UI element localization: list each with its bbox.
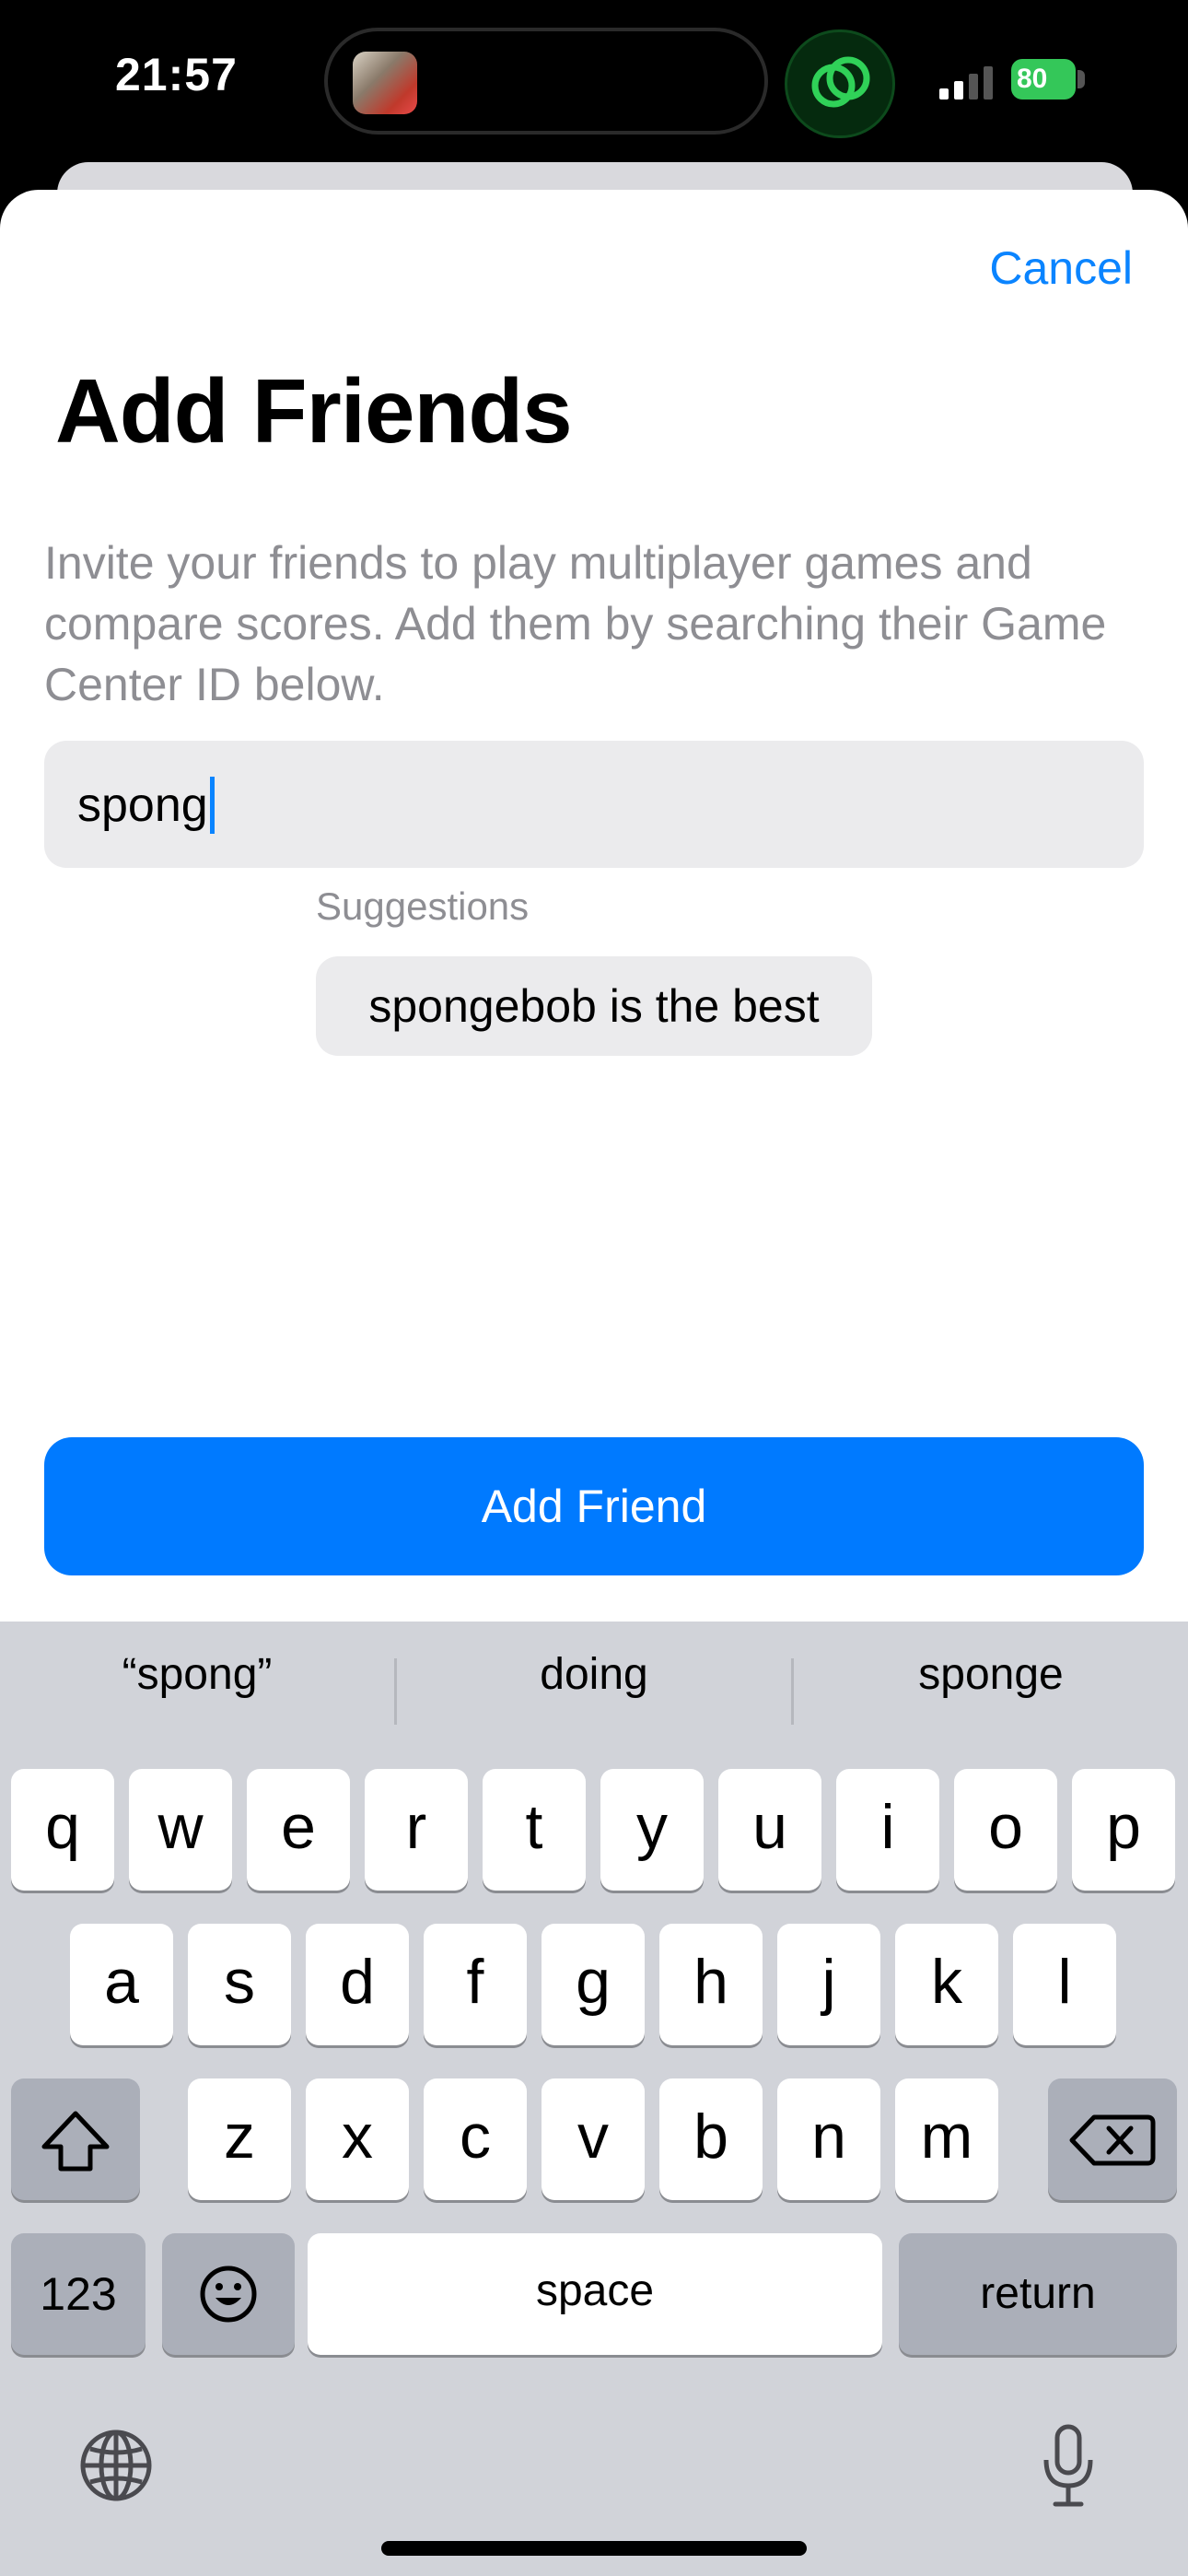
emoji-icon [200,2266,257,2323]
key-n[interactable]: n [777,2078,880,2200]
key-c[interactable]: c [424,2078,527,2200]
key-g[interactable]: g [542,1924,645,2045]
key-a[interactable]: a [70,1924,173,2045]
key-m[interactable]: m [895,2078,998,2200]
emoji-key[interactable] [162,2233,295,2355]
key-s[interactable]: s [188,1924,291,2045]
key-t[interactable]: t [483,1769,586,1891]
link-circles-icon[interactable] [785,29,895,138]
space-key[interactable]: space [308,2233,882,2355]
thumbnail-icon[interactable] [353,52,417,114]
key-r[interactable]: r [365,1769,468,1891]
key-e[interactable]: e [247,1769,350,1891]
key-j[interactable]: j [777,1924,880,2045]
key-x[interactable]: x [306,2078,409,2200]
key-l[interactable]: l [1013,1924,1116,2045]
key-i[interactable]: i [836,1769,939,1891]
numbers-key[interactable]: 123 [11,2233,146,2355]
shift-key[interactable] [11,2078,140,2200]
key-f[interactable]: f [424,1924,527,2045]
key-u[interactable]: u [718,1769,821,1891]
key-o[interactable]: o [954,1769,1057,1891]
suggestion-chip[interactable]: spongebob is the best [316,956,872,1056]
backspace-key[interactable] [1048,2078,1177,2200]
key-q[interactable]: q [11,1769,114,1891]
key-b[interactable]: b [659,2078,763,2200]
cellular-signal-icon [939,66,993,100]
key-w[interactable]: w [129,1769,232,1891]
description-text: Invite your friends to play multiplayer … [44,537,1107,710]
page-title: Add Friends [55,360,573,462]
add-friend-button[interactable]: Add Friend [44,1437,1144,1575]
text-cursor [209,777,215,834]
prediction-3[interactable]: sponge [794,1649,1188,1700]
prediction-2[interactable]: doing [397,1649,791,1700]
key-y[interactable]: y [600,1769,704,1891]
key-k[interactable]: k [895,1924,998,2045]
microphone-icon[interactable] [1039,2423,1098,2510]
return-key[interactable]: return [899,2233,1177,2355]
home-indicator[interactable] [381,2541,807,2556]
key-h[interactable]: h [659,1924,763,2045]
prediction-1[interactable]: “spong” [0,1649,394,1700]
shift-icon [41,2111,110,2172]
backspace-icon [1069,2114,1156,2166]
key-v[interactable]: v [542,2078,645,2200]
status-time: 21:57 [115,49,238,100]
globe-icon[interactable] [77,2427,155,2504]
suggestions-label: Suggestions [316,884,530,928]
key-d[interactable]: d [306,1924,409,2045]
key-p[interactable]: p [1072,1769,1175,1891]
search-input-value[interactable]: spong [77,776,215,835]
battery-icon: 80 [1011,59,1076,100]
battery-cap [1077,70,1085,88]
cancel-button[interactable]: Cancel [989,241,1133,295]
key-z[interactable]: z [188,2078,291,2200]
